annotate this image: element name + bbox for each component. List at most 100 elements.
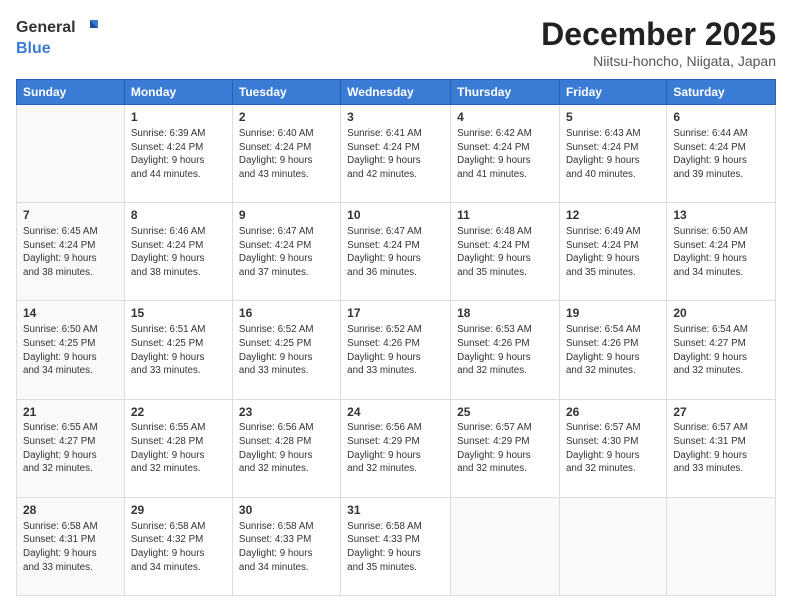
day-info: Sunrise: 6:48 AMSunset: 4:24 PMDaylight:… xyxy=(457,225,553,280)
day-number: 22 xyxy=(131,404,226,421)
day-number: 25 xyxy=(457,404,553,421)
day-number: 28 xyxy=(23,502,118,519)
day-number: 9 xyxy=(239,207,334,224)
day-number: 24 xyxy=(347,404,444,421)
day-info: Sunrise: 6:58 AMSunset: 4:31 PMDaylight:… xyxy=(23,520,118,575)
table-cell: 3Sunrise: 6:41 AMSunset: 4:24 PMDaylight… xyxy=(341,105,451,203)
day-info: Sunrise: 6:47 AMSunset: 4:24 PMDaylight:… xyxy=(347,225,444,280)
table-cell xyxy=(667,497,776,595)
header-wednesday: Wednesday xyxy=(341,80,451,105)
table-cell: 31Sunrise: 6:58 AMSunset: 4:33 PMDayligh… xyxy=(341,497,451,595)
table-cell: 16Sunrise: 6:52 AMSunset: 4:25 PMDayligh… xyxy=(232,301,340,399)
day-number: 7 xyxy=(23,207,118,224)
table-cell: 5Sunrise: 6:43 AMSunset: 4:24 PMDaylight… xyxy=(559,105,666,203)
table-cell xyxy=(17,105,125,203)
logo-general: General xyxy=(16,19,76,37)
day-number: 10 xyxy=(347,207,444,224)
day-info: Sunrise: 6:43 AMSunset: 4:24 PMDaylight:… xyxy=(566,127,660,182)
header-thursday: Thursday xyxy=(451,80,560,105)
day-number: 2 xyxy=(239,109,334,126)
table-cell: 6Sunrise: 6:44 AMSunset: 4:24 PMDaylight… xyxy=(667,105,776,203)
table-cell: 21Sunrise: 6:55 AMSunset: 4:27 PMDayligh… xyxy=(17,399,125,497)
day-number: 18 xyxy=(457,305,553,322)
day-info: Sunrise: 6:52 AMSunset: 4:25 PMDaylight:… xyxy=(239,323,334,378)
table-cell: 1Sunrise: 6:39 AMSunset: 4:24 PMDaylight… xyxy=(124,105,232,203)
day-info: Sunrise: 6:55 AMSunset: 4:27 PMDaylight:… xyxy=(23,421,118,476)
day-info: Sunrise: 6:47 AMSunset: 4:24 PMDaylight:… xyxy=(239,225,334,280)
calendar-header-row: Sunday Monday Tuesday Wednesday Thursday… xyxy=(17,80,776,105)
calendar-row: 28Sunrise: 6:58 AMSunset: 4:31 PMDayligh… xyxy=(17,497,776,595)
day-number: 16 xyxy=(239,305,334,322)
header-saturday: Saturday xyxy=(667,80,776,105)
day-info: Sunrise: 6:50 AMSunset: 4:25 PMDaylight:… xyxy=(23,323,118,378)
day-info: Sunrise: 6:42 AMSunset: 4:24 PMDaylight:… xyxy=(457,127,553,182)
day-info: Sunrise: 6:45 AMSunset: 4:24 PMDaylight:… xyxy=(23,225,118,280)
day-number: 14 xyxy=(23,305,118,322)
day-info: Sunrise: 6:57 AMSunset: 4:30 PMDaylight:… xyxy=(566,421,660,476)
table-cell: 20Sunrise: 6:54 AMSunset: 4:27 PMDayligh… xyxy=(667,301,776,399)
table-cell: 18Sunrise: 6:53 AMSunset: 4:26 PMDayligh… xyxy=(451,301,560,399)
day-info: Sunrise: 6:46 AMSunset: 4:24 PMDaylight:… xyxy=(131,225,226,280)
day-number: 29 xyxy=(131,502,226,519)
logo: General Blue xyxy=(16,16,100,58)
table-cell: 12Sunrise: 6:49 AMSunset: 4:24 PMDayligh… xyxy=(559,203,666,301)
day-number: 31 xyxy=(347,502,444,519)
table-cell: 26Sunrise: 6:57 AMSunset: 4:30 PMDayligh… xyxy=(559,399,666,497)
calendar-table: Sunday Monday Tuesday Wednesday Thursday… xyxy=(16,79,776,596)
day-info: Sunrise: 6:54 AMSunset: 4:26 PMDaylight:… xyxy=(566,323,660,378)
calendar-row: 21Sunrise: 6:55 AMSunset: 4:27 PMDayligh… xyxy=(17,399,776,497)
day-number: 8 xyxy=(131,207,226,224)
header-monday: Monday xyxy=(124,80,232,105)
day-number: 1 xyxy=(131,109,226,126)
table-cell: 27Sunrise: 6:57 AMSunset: 4:31 PMDayligh… xyxy=(667,399,776,497)
table-cell: 8Sunrise: 6:46 AMSunset: 4:24 PMDaylight… xyxy=(124,203,232,301)
table-cell: 25Sunrise: 6:57 AMSunset: 4:29 PMDayligh… xyxy=(451,399,560,497)
day-number: 20 xyxy=(673,305,769,322)
day-info: Sunrise: 6:39 AMSunset: 4:24 PMDaylight:… xyxy=(131,127,226,182)
day-number: 3 xyxy=(347,109,444,126)
day-info: Sunrise: 6:56 AMSunset: 4:28 PMDaylight:… xyxy=(239,421,334,476)
day-number: 12 xyxy=(566,207,660,224)
table-cell: 4Sunrise: 6:42 AMSunset: 4:24 PMDaylight… xyxy=(451,105,560,203)
day-info: Sunrise: 6:49 AMSunset: 4:24 PMDaylight:… xyxy=(566,225,660,280)
day-number: 17 xyxy=(347,305,444,322)
day-number: 21 xyxy=(23,404,118,421)
day-info: Sunrise: 6:50 AMSunset: 4:24 PMDaylight:… xyxy=(673,225,769,280)
day-info: Sunrise: 6:58 AMSunset: 4:33 PMDaylight:… xyxy=(239,520,334,575)
header-tuesday: Tuesday xyxy=(232,80,340,105)
table-cell: 22Sunrise: 6:55 AMSunset: 4:28 PMDayligh… xyxy=(124,399,232,497)
table-cell: 29Sunrise: 6:58 AMSunset: 4:32 PMDayligh… xyxy=(124,497,232,595)
day-info: Sunrise: 6:57 AMSunset: 4:31 PMDaylight:… xyxy=(673,421,769,476)
table-cell: 11Sunrise: 6:48 AMSunset: 4:24 PMDayligh… xyxy=(451,203,560,301)
day-info: Sunrise: 6:58 AMSunset: 4:33 PMDaylight:… xyxy=(347,520,444,575)
table-cell: 23Sunrise: 6:56 AMSunset: 4:28 PMDayligh… xyxy=(232,399,340,497)
table-cell: 17Sunrise: 6:52 AMSunset: 4:26 PMDayligh… xyxy=(341,301,451,399)
table-cell xyxy=(451,497,560,595)
table-cell: 28Sunrise: 6:58 AMSunset: 4:31 PMDayligh… xyxy=(17,497,125,595)
title-area: December 2025 Niitsu-honcho, Niigata, Ja… xyxy=(541,16,776,69)
day-number: 27 xyxy=(673,404,769,421)
calendar-page: General Blue December 2025 Niitsu-honcho… xyxy=(0,0,792,612)
header-sunday: Sunday xyxy=(17,80,125,105)
table-cell: 15Sunrise: 6:51 AMSunset: 4:25 PMDayligh… xyxy=(124,301,232,399)
day-info: Sunrise: 6:54 AMSunset: 4:27 PMDaylight:… xyxy=(673,323,769,378)
day-number: 6 xyxy=(673,109,769,126)
day-info: Sunrise: 6:41 AMSunset: 4:24 PMDaylight:… xyxy=(347,127,444,182)
table-cell: 19Sunrise: 6:54 AMSunset: 4:26 PMDayligh… xyxy=(559,301,666,399)
day-info: Sunrise: 6:55 AMSunset: 4:28 PMDaylight:… xyxy=(131,421,226,476)
table-cell: 13Sunrise: 6:50 AMSunset: 4:24 PMDayligh… xyxy=(667,203,776,301)
day-info: Sunrise: 6:57 AMSunset: 4:29 PMDaylight:… xyxy=(457,421,553,476)
day-number: 19 xyxy=(566,305,660,322)
table-cell: 7Sunrise: 6:45 AMSunset: 4:24 PMDaylight… xyxy=(17,203,125,301)
header: General Blue December 2025 Niitsu-honcho… xyxy=(16,16,776,69)
day-info: Sunrise: 6:56 AMSunset: 4:29 PMDaylight:… xyxy=(347,421,444,476)
table-cell: 2Sunrise: 6:40 AMSunset: 4:24 PMDaylight… xyxy=(232,105,340,203)
location: Niitsu-honcho, Niigata, Japan xyxy=(541,53,776,69)
day-info: Sunrise: 6:44 AMSunset: 4:24 PMDaylight:… xyxy=(673,127,769,182)
day-info: Sunrise: 6:51 AMSunset: 4:25 PMDaylight:… xyxy=(131,323,226,378)
day-number: 26 xyxy=(566,404,660,421)
day-number: 13 xyxy=(673,207,769,224)
table-cell: 9Sunrise: 6:47 AMSunset: 4:24 PMDaylight… xyxy=(232,203,340,301)
table-cell xyxy=(559,497,666,595)
day-number: 30 xyxy=(239,502,334,519)
